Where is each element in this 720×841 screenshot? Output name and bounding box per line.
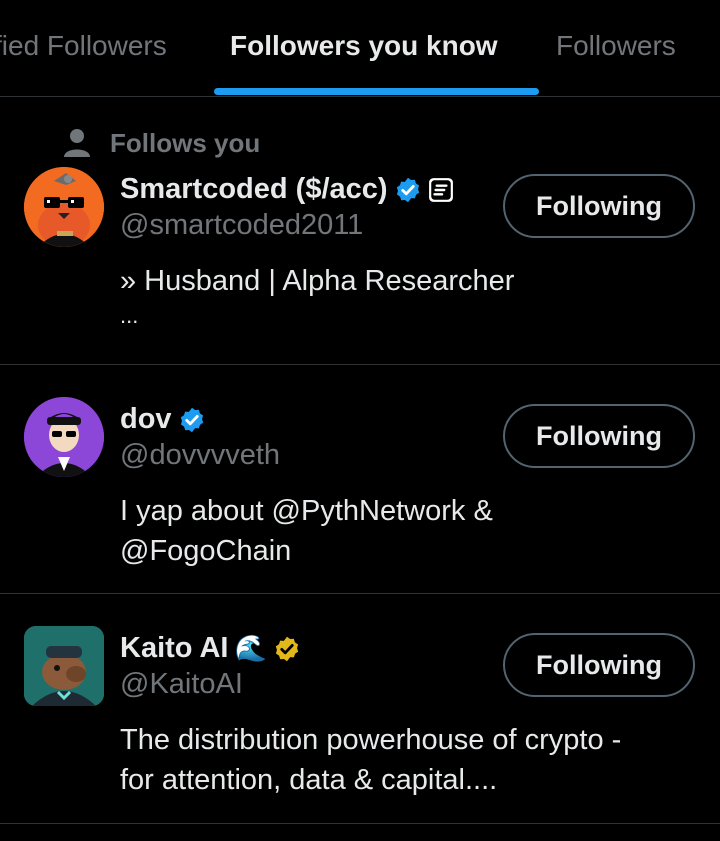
wave-emoji-icon: 🌊 — [234, 633, 267, 663]
user-cell-smartcoded[interactable]: Follows you Smartcoded ($/acc) @smartcod… — [0, 97, 720, 365]
avatar-kaito-image — [24, 626, 104, 706]
following-button[interactable]: Following — [503, 174, 695, 238]
display-name[interactable]: Smartcoded ($/acc) — [120, 173, 388, 206]
bio-line: for attention, data & capital.... — [120, 764, 498, 796]
verified-badge-icon — [180, 407, 203, 432]
user-bio: The distribution powerhouse of crypto - … — [120, 720, 690, 800]
display-name[interactable]: Kaito AI — [120, 632, 228, 665]
tab-followers[interactable]: Followers — [556, 30, 676, 62]
tab-verified-followers[interactable]: fied Followers — [0, 30, 167, 62]
avatar-dov-image — [24, 397, 104, 477]
bio-more: ... — [120, 303, 139, 328]
verified-gold-badge-icon — [275, 636, 299, 661]
tab-followers-you-know[interactable]: Followers you know — [230, 30, 498, 62]
display-name-row: Smartcoded ($/acc) — [120, 173, 454, 206]
user-cell-kaito[interactable]: Kaito AI 🌊 @KaitoAI The distribution pow… — [0, 594, 720, 824]
avatar[interactable] — [24, 167, 104, 247]
verified-badge-icon — [396, 177, 419, 202]
user-handle: @KaitoAI — [120, 668, 243, 700]
user-bio: » Husband | Alpha Researcher ... — [120, 261, 680, 331]
following-button[interactable]: Following — [503, 404, 695, 468]
display-name[interactable]: dov — [120, 403, 172, 436]
avatar[interactable] — [24, 397, 104, 477]
bio-line: @FogoChain — [120, 535, 292, 567]
display-name-row: Kaito AI 🌊 — [120, 632, 301, 665]
user-handle: @smartcoded2011 — [120, 209, 364, 241]
social-context: Follows you — [60, 127, 260, 159]
followers-tab-bar: fied Followers Followers you know Follow… — [0, 0, 720, 97]
display-name-row: dov — [120, 403, 206, 436]
user-bio: I yap about @PythNetwork & @FogoChain — [120, 491, 680, 571]
active-tab-indicator — [214, 88, 539, 95]
avatar[interactable] — [24, 626, 104, 706]
avatar-smartcoded-image — [24, 167, 104, 247]
follows-you-label: Follows you — [110, 127, 261, 158]
affiliate-badge-icon — [428, 177, 453, 202]
person-icon — [64, 129, 90, 157]
following-button[interactable]: Following — [503, 633, 695, 697]
bio-line: » Husband | Alpha Researcher — [120, 265, 515, 297]
bio-line: The distribution powerhouse of crypto - — [120, 724, 622, 756]
bio-line: I yap about @PythNetwork & — [120, 495, 493, 527]
user-cell-dov[interactable]: dov @dovvvveth I yap about @PythNetwork … — [0, 365, 720, 594]
user-handle: @dovvvveth — [120, 439, 281, 471]
